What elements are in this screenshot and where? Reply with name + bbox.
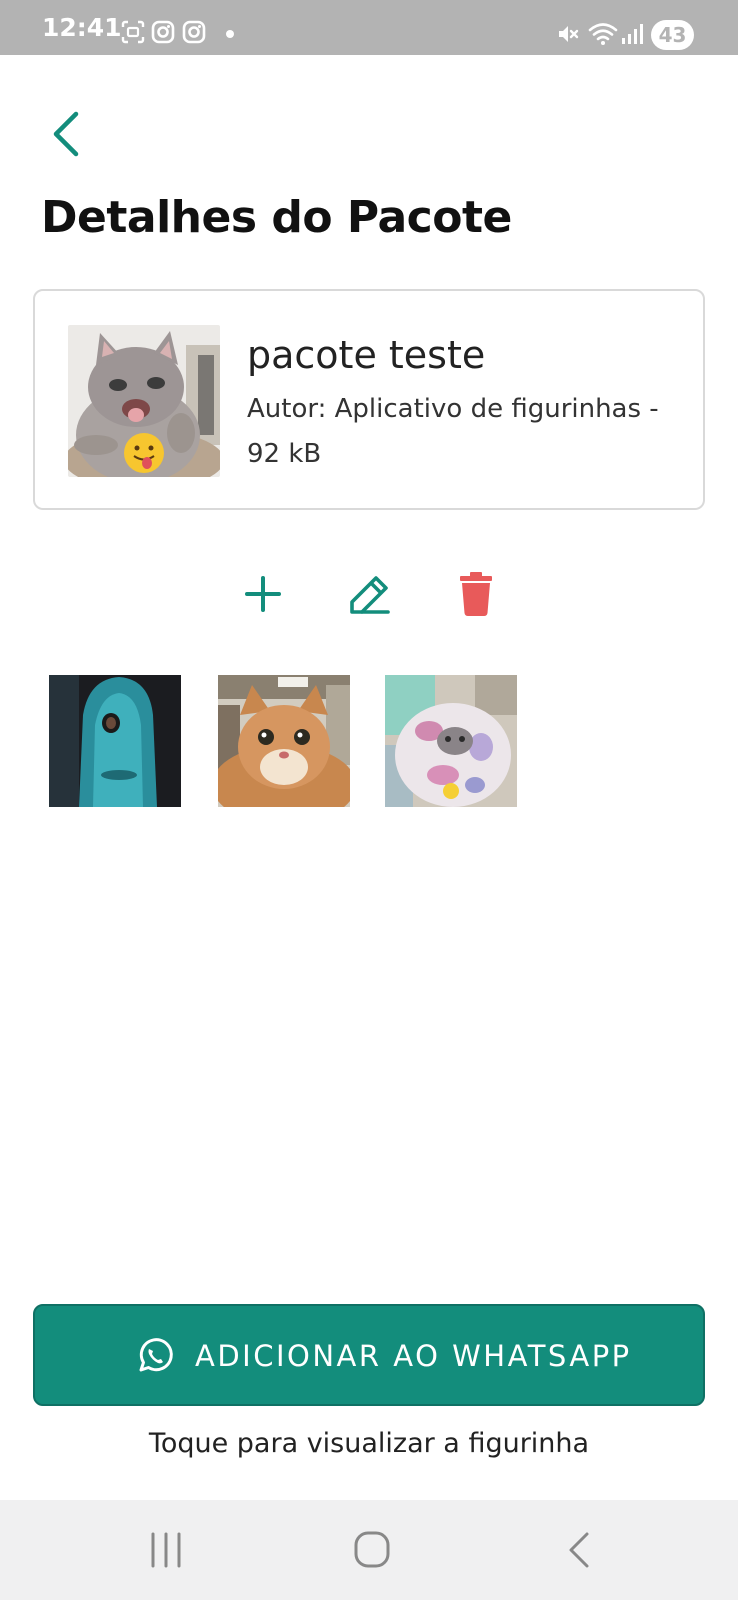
pack-thumbnail: [68, 325, 220, 477]
pack-meta: Autor: Aplicativo de figurinhas - 92 kB: [247, 394, 659, 469]
pencil-icon: [350, 576, 390, 614]
recent-apps-icon: [151, 1532, 181, 1568]
add-to-whatsapp-button[interactable]: ADICIONAR AO WHATSAPP: [33, 1304, 705, 1406]
dot-icon: [226, 30, 234, 38]
orange-cat-sticker: [218, 675, 350, 807]
tiedye-cat-sticker: [385, 675, 517, 807]
trash-icon: [460, 572, 492, 616]
instagram-icon: [182, 20, 206, 44]
home-button[interactable]: [348, 1530, 396, 1570]
add-to-whatsapp-label: ADICIONAR AO WHATSAPP: [195, 1339, 632, 1373]
recent-apps-button[interactable]: [142, 1530, 190, 1570]
chevron-left-icon: [53, 111, 79, 157]
add-sticker-button[interactable]: [235, 566, 291, 622]
screenshot-icon: [121, 20, 145, 44]
battery-level: 43: [658, 23, 687, 47]
instagram-icon: [151, 20, 175, 44]
back-button[interactable]: [44, 106, 90, 162]
status-bar: 12:41 43: [0, 0, 738, 55]
sticker-item[interactable]: [385, 675, 517, 807]
system-back-button[interactable]: [555, 1530, 603, 1570]
status-time: 12:41: [42, 13, 122, 42]
page-title: Detalhes do Pacote: [41, 192, 512, 243]
blue-figure-sticker: [49, 675, 181, 807]
pack-card[interactable]: pacote teste Autor: Aplicativo de figuri…: [33, 289, 705, 510]
edit-pack-button[interactable]: [342, 566, 398, 622]
wifi-icon: [588, 23, 618, 45]
hint-text: Toque para visualizar a figurinha: [148, 1428, 590, 1459]
back-icon: [569, 1532, 589, 1568]
delete-pack-button[interactable]: [448, 566, 504, 622]
navigation-bar: [0, 1500, 738, 1600]
sticker-item[interactable]: [218, 675, 350, 807]
home-icon: [354, 1531, 390, 1568]
signal-icon: [622, 24, 643, 44]
whatsapp-icon: [139, 1338, 173, 1372]
sticker-item[interactable]: [49, 675, 181, 807]
plus-icon: [245, 576, 281, 612]
mute-icon: [559, 26, 579, 42]
kitten-image: [68, 325, 220, 477]
pack-name: pacote teste: [247, 333, 486, 377]
